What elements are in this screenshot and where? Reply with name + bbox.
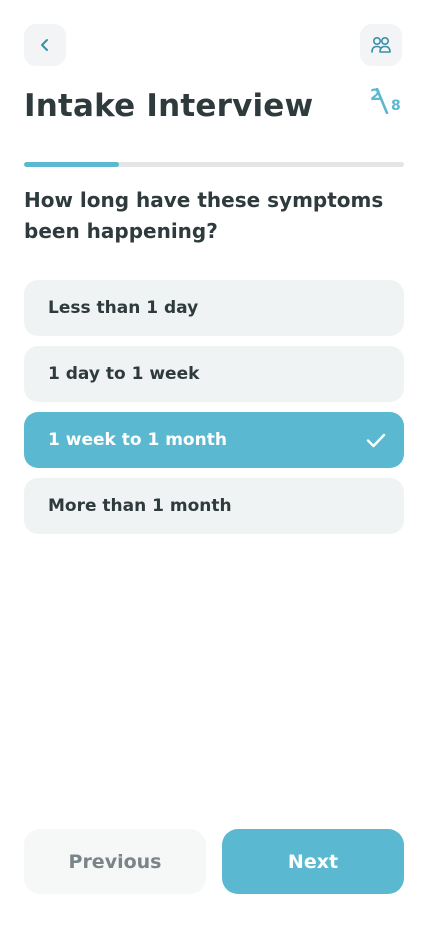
back-button[interactable]	[24, 24, 66, 66]
answer-option-label: 1 day to 1 week	[48, 364, 200, 384]
progress-bar	[24, 162, 404, 167]
checkmark-icon	[366, 433, 386, 448]
progress-fill	[24, 162, 119, 167]
step-indicator: 2 8	[366, 86, 406, 120]
answer-option-label: 1 week to 1 month	[48, 430, 227, 450]
chevron-left-icon	[41, 39, 48, 51]
answer-option[interactable]: 1 day to 1 week	[24, 346, 404, 402]
users-icon	[371, 36, 391, 53]
answer-option[interactable]: More than 1 month	[24, 478, 404, 534]
answer-option-label: Less than 1 day	[48, 298, 199, 318]
answer-option[interactable]: Less than 1 day	[24, 280, 404, 336]
page-title: Intake Interview	[24, 88, 314, 124]
answer-options: Less than 1 day 1 day to 1 week 1 week t…	[24, 280, 404, 544]
fraction-slash-icon	[375, 88, 389, 114]
question-text: How long have these symptoms been happen…	[24, 188, 384, 243]
answer-option-label: More than 1 month	[48, 496, 232, 516]
intake-interview-screen: Intake Interview 2 8 How long have these…	[0, 0, 428, 926]
answer-option[interactable]: 1 week to 1 month	[24, 412, 404, 468]
step-total: 8	[391, 98, 401, 114]
next-button[interactable]: Next	[222, 829, 404, 894]
previous-button[interactable]: Previous	[24, 829, 206, 894]
participants-button[interactable]	[360, 24, 402, 66]
